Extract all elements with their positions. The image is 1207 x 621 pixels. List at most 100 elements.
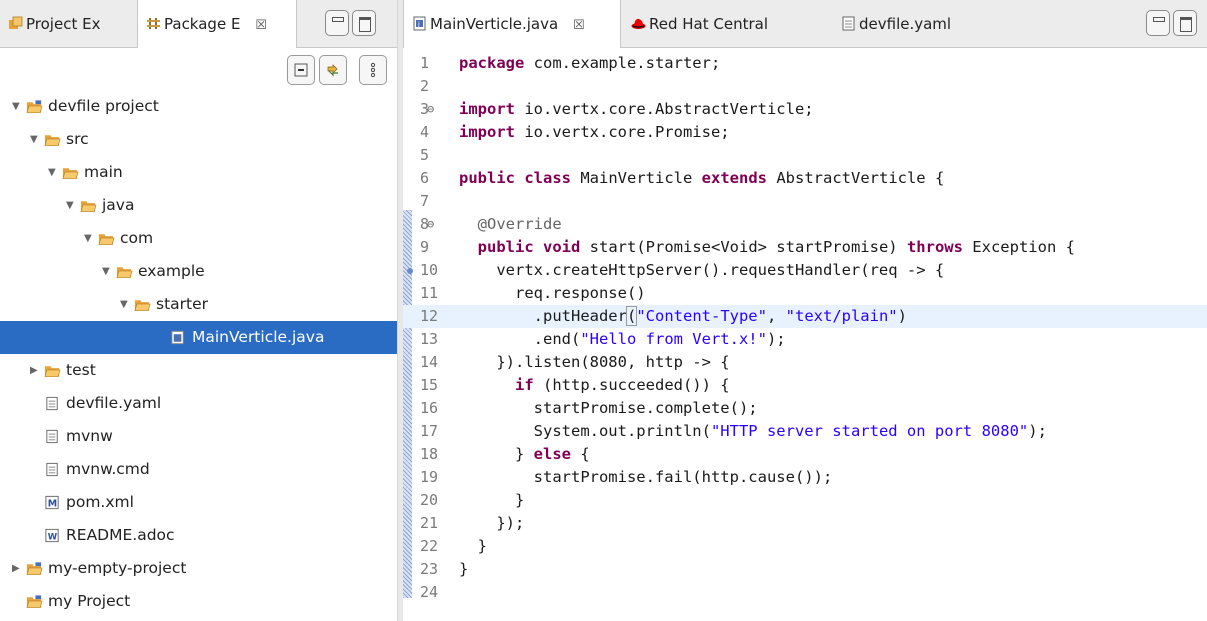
code-text: } else { — [459, 445, 590, 463]
code-editor[interactable]: 1 package com.example.starter; 2 3 ⊖ import i… — [403, 48, 1207, 621]
folder-icon — [80, 201, 97, 212]
code-text: } — [459, 491, 525, 509]
tree-item[interactable]: mvnw — [0, 420, 397, 453]
code-line[interactable]: 18 } else { — [403, 443, 1207, 466]
tree-item-label: my-empty-project — [48, 559, 187, 577]
java-file-icon: J — [413, 16, 426, 31]
tree-item[interactable]: mvnw.cmd — [0, 453, 397, 486]
tab-label: Red Hat Central — [649, 15, 769, 33]
collapsed-arrow-icon[interactable]: ▶ — [12, 552, 24, 585]
code-text: startPromise.fail(http.cause()); — [459, 468, 833, 486]
code-text: @Override — [477, 215, 562, 233]
collapsed-arrow-icon[interactable]: ▶ — [30, 354, 42, 387]
asciidoc-file-icon: W — [45, 528, 59, 543]
tree-item[interactable]: MainVerticle.java — [0, 321, 397, 354]
tree-item[interactable]: ▼ com — [0, 222, 397, 255]
line-number: 5 — [420, 146, 430, 164]
line-number: 13 — [420, 330, 439, 348]
minimize-button[interactable] — [325, 10, 349, 36]
code-line[interactable]: 16 startPromise.complete(); — [403, 397, 1207, 420]
close-icon[interactable]: ☒ — [255, 2, 267, 50]
tree-item[interactable]: ▼ main — [0, 156, 397, 189]
tree-item[interactable]: ▼ starter — [0, 288, 397, 321]
tree-item[interactable]: my Project — [0, 585, 397, 618]
package-explorer-view: Project Ex Package E ☒ ▼ devfile project… — [0, 0, 397, 621]
line-number: 24 — [420, 583, 439, 601]
code-text: .end("Hello from Vert.x!"); — [459, 330, 786, 348]
code-line[interactable]: 12 .putHeader("Content-Type", "text/plai… — [403, 305, 1207, 328]
code-line[interactable]: 23} — [403, 558, 1207, 581]
expanded-arrow-icon[interactable]: ▼ — [66, 189, 78, 222]
expanded-arrow-icon[interactable]: ▼ — [48, 156, 60, 189]
editor-window-controls — [1143, 10, 1197, 36]
view-menu-button[interactable] — [359, 55, 387, 85]
tree-item-label: devfile project — [48, 97, 159, 115]
code-line[interactable]: 22 } — [403, 535, 1207, 558]
tree-item[interactable]: ▼ java — [0, 189, 397, 222]
code-line[interactable]: 21 }); — [403, 512, 1207, 535]
code-line[interactable]: 17 System.out.println("HTTP server start… — [403, 420, 1207, 443]
code-text: System.out.println("HTTP server started … — [459, 422, 1047, 440]
maximize-button[interactable] — [1173, 10, 1197, 36]
code-line[interactable]: 2 — [403, 75, 1207, 98]
minimize-button[interactable] — [1146, 10, 1170, 36]
expanded-arrow-icon[interactable]: ▼ — [102, 255, 114, 288]
tree-item[interactable]: ▼ devfile project — [0, 90, 397, 123]
expanded-arrow-icon[interactable]: ▼ — [12, 90, 24, 123]
tab-package-explorer[interactable]: Package E ☒ — [137, 0, 297, 48]
code-line[interactable]: 9 public void start(Promise<Void> startP… — [403, 236, 1207, 259]
tab-project-explorer[interactable]: Project Ex — [0, 0, 135, 48]
tab-red-hat-central[interactable]: Red Hat Central — [623, 0, 823, 48]
tree-item[interactable]: Mpom.xml — [0, 486, 397, 519]
code-line[interactable]: 7 — [403, 190, 1207, 213]
tab-label: MainVerticle.java — [430, 15, 559, 33]
expanded-arrow-icon[interactable]: ▼ — [30, 123, 42, 156]
code-line[interactable]: 6 public class MainVerticle extends Abstr… — [403, 167, 1207, 190]
code-line[interactable]: 8 ⊖ @Override — [403, 213, 1207, 236]
occurrence-marker-icon — [407, 268, 413, 274]
tab-devfile-yaml[interactable]: devfile.yaml — [833, 0, 1003, 48]
code-line[interactable]: 4 import io.vertx.core.Promise; — [403, 121, 1207, 144]
code-text: } — [459, 537, 487, 555]
code-line[interactable]: 3 ⊖ import io.vertx.core.AbstractVerticle; — [403, 98, 1207, 121]
tree-item-label: test — [66, 361, 96, 379]
code-line[interactable]: 19 startPromise.fail(http.cause()); — [403, 466, 1207, 489]
collapse-all-button[interactable] — [287, 55, 315, 85]
code-line[interactable]: 24 — [403, 581, 1207, 604]
tree-item-label: devfile.yaml — [66, 394, 162, 412]
code-line[interactable]: 10 vertx.createHttpServer().requestHandl… — [403, 259, 1207, 282]
code-line[interactable]: 14 }).listen(8080, http -> { — [403, 351, 1207, 374]
expanded-arrow-icon[interactable]: ▼ — [84, 222, 96, 255]
line-number: 9 — [420, 238, 430, 256]
tree-item[interactable]: devfile.yaml — [0, 387, 397, 420]
fold-toggle-icon[interactable]: ⊖ — [427, 213, 434, 236]
tree-item[interactable]: ▶ my-empty-project — [0, 552, 397, 585]
folder-icon — [62, 168, 79, 179]
tree-item[interactable]: ▼ src — [0, 123, 397, 156]
close-icon[interactable]: ☒ — [573, 2, 585, 50]
tree-item[interactable]: ▶ test — [0, 354, 397, 387]
code-line[interactable]: 20 } — [403, 489, 1207, 512]
tab-mainverticle-java[interactable]: J MainVerticle.java ☒ — [403, 0, 621, 48]
svg-text:W: W — [48, 533, 58, 543]
code-line[interactable]: 1 package com.example.starter; — [403, 52, 1207, 75]
expanded-arrow-icon[interactable]: ▼ — [120, 288, 132, 321]
more-options-icon — [370, 62, 376, 78]
text-file-icon — [46, 462, 58, 477]
tree-item-label: java — [102, 196, 135, 214]
line-number: 20 — [420, 491, 439, 509]
tree-item-label: pom.xml — [66, 493, 134, 511]
code-line[interactable]: 11 req.response() — [403, 282, 1207, 305]
line-number: 6 — [420, 169, 430, 187]
project-folder-icon — [26, 100, 43, 113]
fold-toggle-icon[interactable]: ⊖ — [427, 98, 434, 121]
tree-item[interactable]: W README.adoc — [0, 519, 397, 552]
code-line[interactable]: 15 if (http.succeeded()) { — [403, 374, 1207, 397]
maximize-button[interactable] — [352, 10, 376, 36]
left-window-controls — [322, 10, 376, 36]
tree-item[interactable]: ▼ example — [0, 255, 397, 288]
code-line[interactable]: 13 .end("Hello from Vert.x!"); — [403, 328, 1207, 351]
link-with-editor-button[interactable] — [319, 55, 347, 85]
code-line[interactable]: 5 — [403, 144, 1207, 167]
line-number: 7 — [420, 192, 430, 210]
